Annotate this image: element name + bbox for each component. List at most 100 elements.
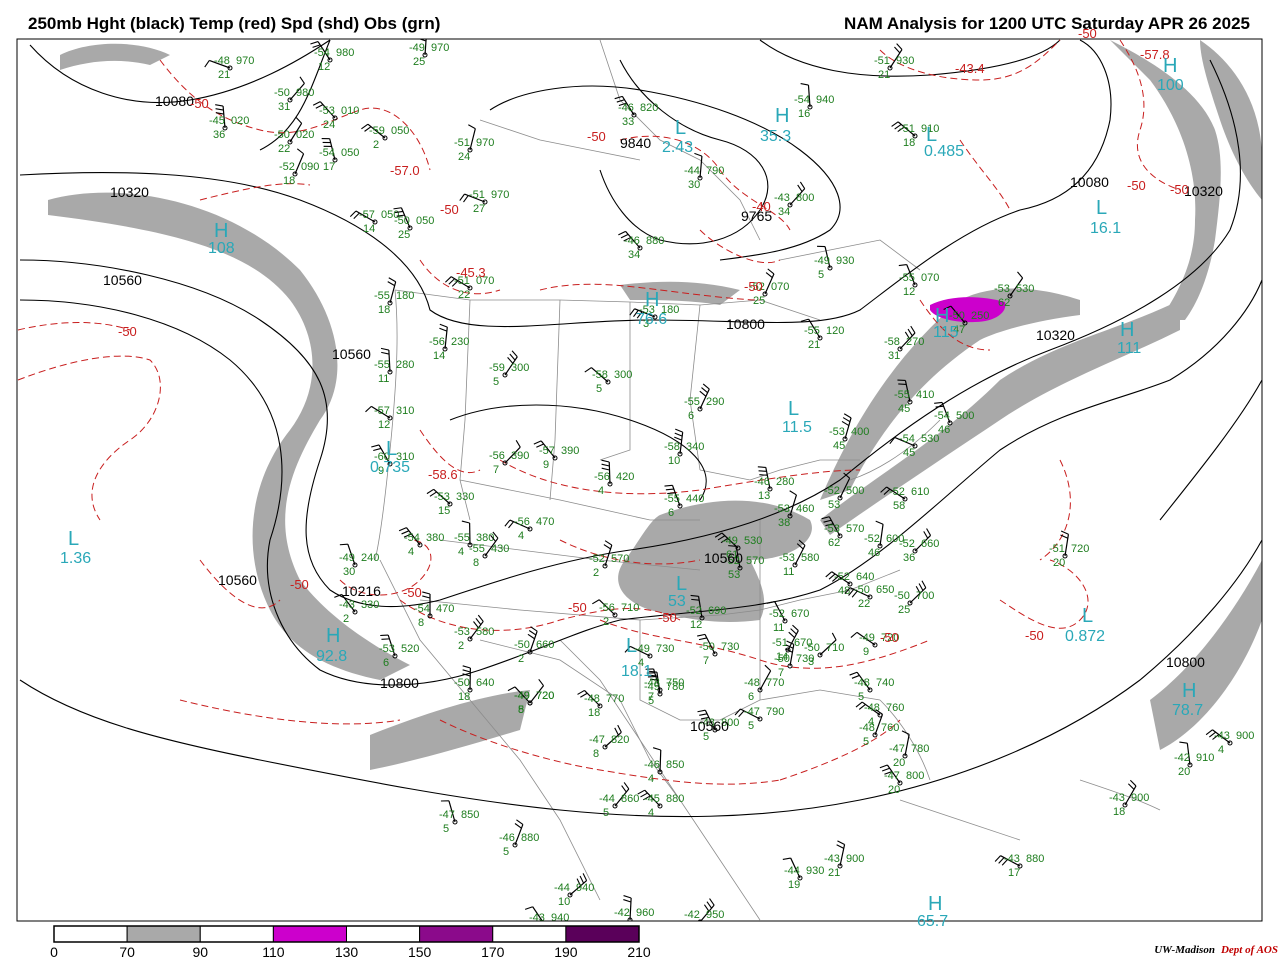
obs-height: 900 bbox=[846, 853, 864, 865]
obs-height: 720 bbox=[536, 690, 554, 702]
obs-dewpoint-depression: 20 bbox=[888, 784, 900, 796]
obs-height: 390 bbox=[511, 450, 529, 462]
obs-height: 330 bbox=[361, 599, 379, 611]
obs-temp: -52 bbox=[824, 485, 840, 497]
obs-temp: -50 bbox=[394, 215, 410, 227]
obs-temp: -50 bbox=[774, 653, 790, 665]
svg-text:H: H bbox=[1163, 55, 1177, 77]
wind-barb-flag bbox=[758, 470, 767, 472]
svg-text:L: L bbox=[68, 528, 79, 550]
obs-height: 930 bbox=[806, 865, 824, 877]
obs-height: 650 bbox=[876, 584, 894, 596]
height-label: 10560 bbox=[690, 718, 729, 734]
obs-height: 790 bbox=[766, 706, 784, 718]
obs-dewpoint-depression: 2 bbox=[593, 567, 599, 579]
obs-dewpoint-depression: 25 bbox=[413, 56, 425, 68]
obs-height: 050 bbox=[391, 125, 409, 137]
wind-speed-colorbar bbox=[53, 925, 640, 943]
obs-dewpoint-depression: 22 bbox=[858, 598, 870, 610]
temp-label: -50 bbox=[744, 279, 763, 294]
wind-barb-flag bbox=[419, 30, 427, 33]
obs-height: 730 bbox=[721, 641, 739, 653]
svg-text:108: 108 bbox=[208, 240, 235, 257]
obs-dewpoint-depression: 2 bbox=[343, 613, 349, 625]
temp-label: -45.3 bbox=[456, 265, 486, 280]
obs-height: 570 bbox=[746, 555, 764, 567]
svg-text:78.7: 78.7 bbox=[1172, 702, 1203, 719]
svg-text:L: L bbox=[676, 573, 687, 595]
obs-temp: -43 bbox=[1004, 853, 1020, 865]
obs-dewpoint-depression: 4 bbox=[408, 546, 414, 558]
obs-temp: -54 bbox=[404, 532, 420, 544]
obs-temp: -56 bbox=[599, 602, 615, 614]
svg-text:115: 115 bbox=[933, 324, 959, 341]
obs-height: 880 bbox=[646, 235, 664, 247]
wind-barb-flag bbox=[339, 543, 348, 546]
obs-temp: -54 bbox=[314, 47, 330, 59]
obs-dewpoint-depression: 4 bbox=[458, 546, 464, 558]
obs-height: 570 bbox=[846, 523, 864, 535]
height-label: 10560 bbox=[218, 572, 257, 588]
obs-height: 760 bbox=[886, 702, 904, 714]
obs-dewpoint-depression: 5 bbox=[443, 823, 449, 835]
wind-barb-flag bbox=[665, 488, 674, 491]
temp-label: -50 bbox=[118, 324, 137, 339]
colorbar-tick-label: 0 bbox=[50, 944, 58, 960]
obs-height: 470 bbox=[536, 516, 554, 528]
obs-height: 440 bbox=[686, 493, 704, 505]
obs-height: 050 bbox=[416, 215, 434, 227]
obs-temp: -49 bbox=[409, 42, 425, 54]
obs-height: 800 bbox=[796, 192, 814, 204]
obs-height: 850 bbox=[666, 759, 684, 771]
obs-dewpoint-depression: 3 bbox=[808, 656, 814, 668]
obs-height: 960 bbox=[636, 907, 654, 919]
obs-height: 280 bbox=[776, 476, 794, 488]
obs-dewpoint-depression: 21 bbox=[808, 339, 820, 351]
obs-dewpoint-depression: 6 bbox=[383, 657, 389, 669]
obs-dewpoint-depression: 31 bbox=[888, 350, 900, 362]
obs-temp: -49 bbox=[859, 632, 875, 644]
obs-height: 940 bbox=[816, 94, 834, 106]
obs-height: 050 bbox=[341, 147, 359, 159]
obs-temp: -42 bbox=[614, 907, 630, 919]
obs-temp: -57 bbox=[539, 445, 555, 457]
height-label: 10800 bbox=[380, 675, 419, 691]
obs-dewpoint-depression: 19 bbox=[788, 879, 800, 891]
svg-text:H: H bbox=[645, 289, 659, 311]
temp-label: -58.6 bbox=[428, 467, 458, 482]
obs-temp: -43 bbox=[824, 853, 840, 865]
obs-dewpoint-depression: 24 bbox=[323, 119, 335, 131]
temp-label: -50 bbox=[403, 585, 422, 600]
obs-height: 310 bbox=[396, 405, 414, 417]
svg-text:0.485: 0.485 bbox=[924, 143, 964, 160]
obs-temp: -51 bbox=[899, 123, 915, 135]
obs-dewpoint-depression: 11 bbox=[378, 373, 389, 385]
obs-height: 300 bbox=[614, 369, 632, 381]
obs-height: 710 bbox=[621, 602, 639, 614]
obs-temp: -55 bbox=[894, 389, 910, 401]
svg-text:H: H bbox=[928, 893, 942, 915]
obs-temp: -52 bbox=[864, 533, 880, 545]
wind-barb-flag bbox=[419, 34, 427, 37]
obs-dewpoint-depression: 5 bbox=[518, 704, 524, 716]
obs-height: 690 bbox=[708, 605, 726, 617]
obs-height: 820 bbox=[611, 734, 629, 746]
obs-dewpoint-depression: 33 bbox=[622, 116, 634, 128]
obs-height: 880 bbox=[666, 793, 684, 805]
obs-temp: -55 bbox=[664, 493, 680, 505]
colorbar-segment bbox=[346, 925, 421, 943]
obs-dewpoint-depression: 5 bbox=[818, 269, 824, 281]
height-label: 10320 bbox=[1036, 327, 1075, 343]
obs-temp: -48 bbox=[864, 702, 880, 714]
obs-dewpoint-depression: 25 bbox=[398, 229, 410, 241]
obs-height: 460 bbox=[796, 503, 814, 515]
credit-text: UW-Madison Dept of AOS bbox=[1154, 944, 1278, 956]
obs-dewpoint-depression: 11 bbox=[783, 566, 794, 578]
obs-height: 300 bbox=[511, 362, 529, 374]
credit-org: UW-Madison bbox=[1154, 944, 1215, 956]
obs-dewpoint-depression: 34 bbox=[628, 249, 640, 261]
obs-temp: -56 bbox=[429, 336, 445, 348]
svg-text:L: L bbox=[1096, 197, 1107, 219]
obs-temp: -55 bbox=[374, 290, 390, 302]
obs-dewpoint-depression: 24 bbox=[458, 151, 470, 163]
